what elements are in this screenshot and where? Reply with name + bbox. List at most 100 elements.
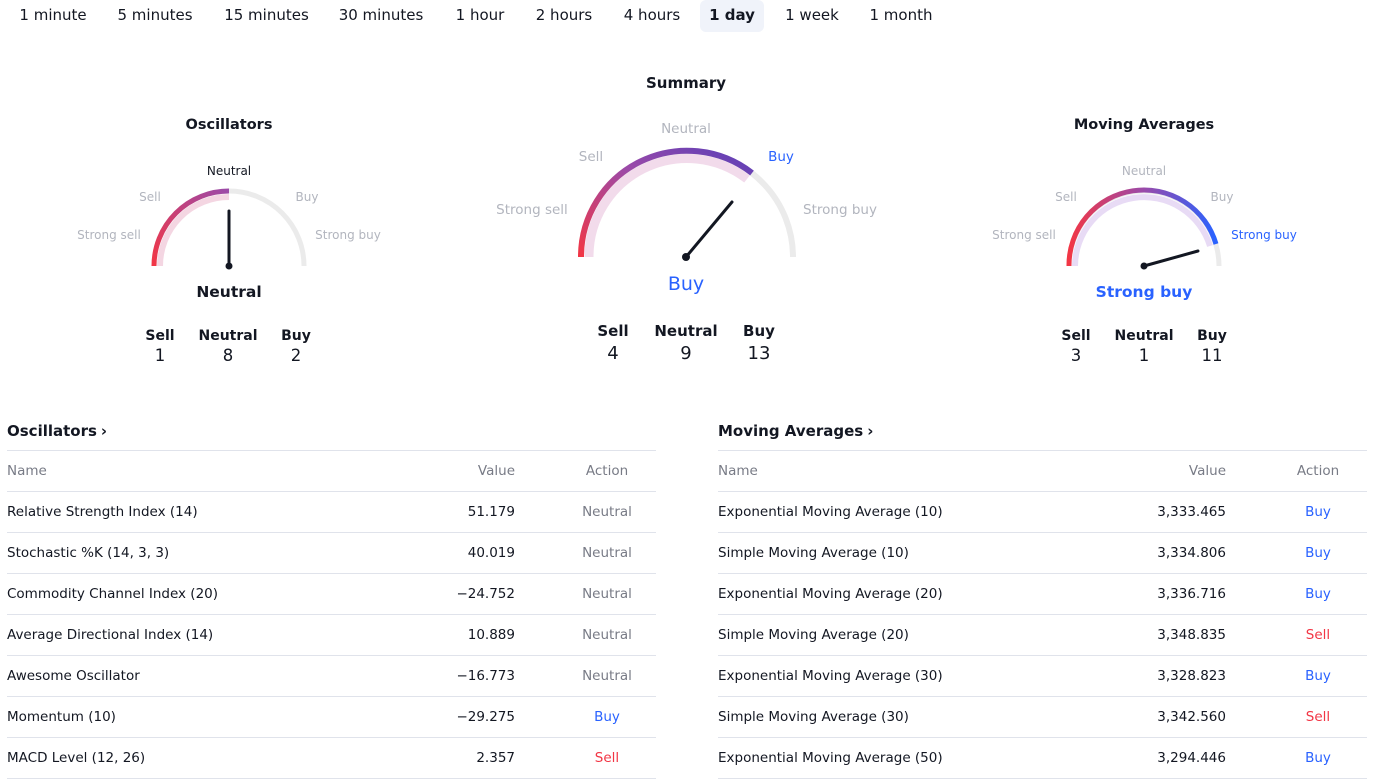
- table-header-row: Name Value Action: [7, 451, 656, 492]
- indicator-name: Relative Strength Index (14): [7, 504, 198, 520]
- indicator-action: Sell: [1305, 627, 1331, 643]
- oscillators-table-title: Oscillators: [7, 422, 97, 440]
- table-row: Average Directional Index (14) 10.889 Neut…: [7, 615, 656, 656]
- tab-2-hours[interactable]: 2 hours: [525, 0, 603, 32]
- indicator-action: Buy: [594, 709, 620, 725]
- oscillators-table-link[interactable]: Oscillators ›: [7, 414, 656, 451]
- tab-4-hours[interactable]: 4 hours: [613, 0, 691, 32]
- oscillators-count-buy: Buy 2: [281, 328, 311, 365]
- table-row: MACD Level (12, 26) 2.357 Sell: [7, 738, 656, 779]
- oscillators-table: Oscillators › Name Value Action Relative …: [7, 414, 656, 779]
- indicator-name: Simple Moving Average (10): [718, 545, 909, 561]
- indicator-name: Exponential Moving Average (20): [718, 586, 943, 602]
- header-action: Action: [1296, 463, 1340, 479]
- header-action: Action: [585, 463, 629, 479]
- table-row: Simple Moving Average (30) 3,342.560 Sell: [718, 697, 1367, 738]
- gauge-label-strong-buy: Strong buy: [803, 202, 877, 218]
- indicator-name: Stochastic %K (14, 3, 3): [7, 545, 170, 561]
- header-name: Name: [7, 463, 47, 479]
- table-row: Exponential Moving Average (20) 3,336.716…: [718, 574, 1367, 615]
- indicator-value: −24.752: [456, 586, 515, 602]
- indicator-value: −29.275: [456, 709, 515, 725]
- header-value: Value: [477, 463, 515, 479]
- indicator-action: Buy: [1305, 545, 1331, 561]
- moving-averages-count-buy: Buy 11: [1197, 328, 1227, 365]
- header-value: Value: [1188, 463, 1226, 479]
- indicator-value: 3,342.560: [1157, 709, 1226, 725]
- chevron-right-icon: ›: [100, 422, 108, 440]
- indicator-value: 10.889: [467, 627, 515, 643]
- chevron-right-icon: ›: [867, 422, 874, 440]
- indicator-name: Exponential Moving Average (30): [718, 668, 943, 684]
- indicator-action: Buy: [1305, 504, 1331, 520]
- tab-15-minutes[interactable]: 15 minutes: [214, 0, 319, 32]
- indicator-value: 51.179: [467, 504, 515, 520]
- indicator-name: Commodity Channel Index (20): [7, 586, 219, 602]
- gauge-label-neutral: Neutral: [206, 164, 252, 178]
- indicator-name: Average Directional Index (14): [7, 627, 214, 643]
- indicator-value: 3,348.835: [1157, 627, 1226, 643]
- summary-count-buy: Buy 13: [743, 322, 775, 364]
- tab-1-month[interactable]: 1 month: [860, 0, 942, 32]
- indicator-action: Neutral: [582, 504, 632, 520]
- table-row: Exponential Moving Average (50) 3,294.446…: [718, 738, 1367, 779]
- indicator-value: 3,336.716: [1157, 586, 1226, 602]
- tab-30-minutes[interactable]: 30 minutes: [328, 0, 434, 32]
- moving-averages-needle: [1142, 249, 1200, 268]
- tab-5-minutes[interactable]: 5 minutes: [106, 0, 204, 32]
- indicator-name: Exponential Moving Average (10): [718, 504, 943, 520]
- table-row: Commodity Channel Index (20) −24.752 Neutr…: [7, 574, 656, 615]
- indicator-value: 3,294.446: [1157, 750, 1226, 766]
- tab-1-hour[interactable]: 1 hour: [444, 0, 516, 32]
- moving-averages-count-neutral: Neutral 1: [1114, 328, 1174, 365]
- gauge-label-strong-sell: Strong sell: [496, 202, 568, 218]
- tab-1-minute[interactable]: 1 minute: [8, 0, 98, 32]
- gauge-label-strong-sell: Strong sell: [992, 228, 1056, 242]
- tab-1-day[interactable]: 1 day: [700, 0, 764, 32]
- indicator-action: Neutral: [582, 668, 632, 684]
- oscillators-gauge-dial: [151, 188, 307, 270]
- moving-averages-gauge-dial: [1066, 187, 1222, 270]
- summary-verdict: Buy: [667, 273, 705, 295]
- indicator-name: Simple Moving Average (30): [718, 709, 909, 725]
- indicator-action: Neutral: [582, 586, 632, 602]
- indicator-name: Awesome Oscillator: [7, 668, 140, 684]
- indicator-action: Sell: [594, 750, 620, 766]
- oscillators-count-neutral: Neutral 8: [198, 328, 258, 365]
- oscillators-count-sell: Sell 1: [145, 328, 175, 365]
- summary-count-sell: Sell 4: [597, 322, 629, 364]
- indicator-value: 2.357: [476, 750, 515, 766]
- indicator-action: Buy: [1305, 750, 1331, 766]
- table-row: Exponential Moving Average (10) 3,333.465…: [718, 492, 1367, 533]
- indicator-value: −16.773: [456, 668, 515, 684]
- table-row: Stochastic %K (14, 3, 3) 40.019 Neutral: [7, 533, 656, 574]
- indicator-action: Buy: [1305, 668, 1331, 684]
- tab-1-week[interactable]: 1 week: [773, 0, 851, 32]
- summary-count-neutral: Neutral 9: [654, 322, 718, 364]
- oscillators-gauge-title: Oscillators: [185, 117, 273, 133]
- indicator-action: Neutral: [582, 545, 632, 561]
- indicator-value: 3,328.823: [1157, 668, 1226, 684]
- table-row: Simple Moving Average (10) 3,334.806 Buy: [718, 533, 1367, 574]
- moving-averages-table-title: Moving Averages: [718, 422, 864, 440]
- indicator-value: 3,334.806: [1157, 545, 1226, 561]
- moving-averages-table: Moving Averages › Name Value Action Expon…: [718, 414, 1367, 779]
- moving-averages-verdict: Strong buy: [1095, 283, 1193, 301]
- moving-averages-table-link[interactable]: Moving Averages ›: [718, 414, 1367, 451]
- indicator-value: 40.019: [467, 545, 515, 561]
- table-header-row: Name Value Action: [718, 451, 1367, 492]
- indicator-name: Simple Moving Average (20): [718, 627, 909, 643]
- gauge-label-strong-sell: Strong sell: [77, 228, 141, 242]
- summary-gauge-title: Summary: [645, 74, 727, 92]
- indicator-name: Momentum (10): [7, 709, 116, 725]
- gauge-label-neutral: Neutral: [661, 121, 711, 137]
- table-row: Momentum (10) −29.275 Buy: [7, 697, 656, 738]
- indicator-action: Buy: [1305, 586, 1331, 602]
- table-row: Relative Strength Index (14) 51.179 Neutra…: [7, 492, 656, 533]
- gauge-label-neutral: Neutral: [1121, 164, 1167, 178]
- summary-needle: [684, 200, 734, 259]
- moving-averages-count-sell: Sell 3: [1061, 328, 1091, 365]
- indicator-value: 3,333.465: [1157, 504, 1226, 520]
- oscillators-verdict: Neutral: [196, 283, 262, 301]
- indicator-name: MACD Level (12, 26): [7, 750, 146, 766]
